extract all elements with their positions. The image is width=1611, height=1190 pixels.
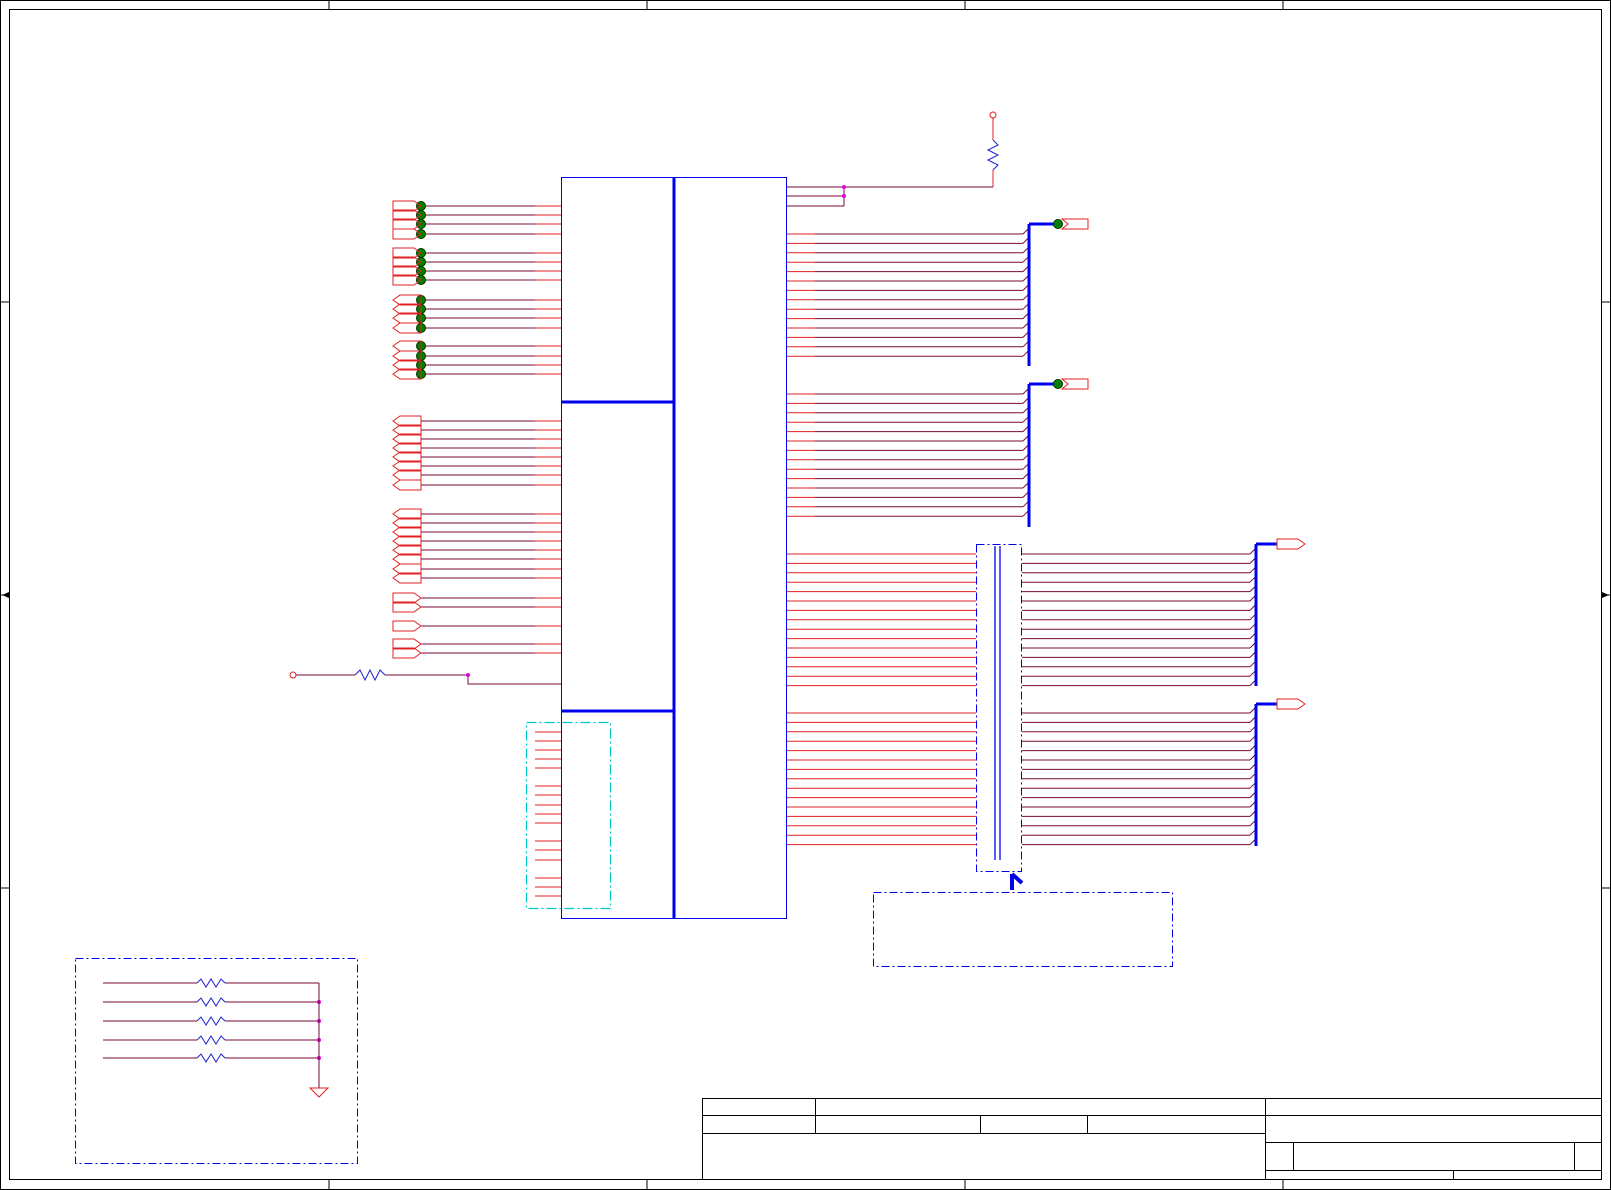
off-page-connector-icon: [1060, 378, 1089, 390]
title-block: [702, 1098, 1602, 1180]
resistor-icon: [196, 1053, 226, 1063]
series-element-region: [976, 544, 1022, 872]
right-center-arrow-icon: [1602, 592, 1609, 598]
left-pullup-network[interactable]: [289, 668, 561, 685]
note-box: [873, 892, 1173, 967]
power-pin-icon: [989, 111, 997, 119]
left-signal-wires: [416, 201, 561, 897]
off-page-connector-icon: [392, 620, 422, 632]
bus-lines: [1027, 219, 1277, 846]
off-page-connector-icon: [1060, 218, 1089, 230]
junction-dot-icon: [842, 185, 846, 189]
junction-dot-icon: [1053, 379, 1063, 389]
power-pin-icon: [289, 671, 297, 679]
junction-dot-icon: [466, 673, 470, 677]
resistor-icon: [196, 978, 226, 988]
termination-resistor-network[interactable]: [75, 958, 358, 1164]
junction-dot-icon: [1053, 219, 1063, 229]
resistor-icon: [196, 1035, 226, 1045]
schematic-drawing: [0, 0, 1611, 1190]
ground-icon: [308, 1087, 330, 1098]
junction-dot-icon: [842, 194, 846, 198]
off-page-connectors[interactable]: [392, 200, 1306, 710]
resistor-icon: [196, 997, 226, 1007]
resistor-icon: [986, 139, 1000, 171]
sheet-frame: [0, 0, 1611, 1190]
top-pullup-network[interactable]: [787, 111, 1000, 207]
main-ic-symbol[interactable]: [561, 177, 787, 919]
off-page-connector-icon: [392, 479, 422, 491]
resistor-icon: [196, 1016, 226, 1026]
resistor-icon: [354, 668, 386, 682]
schematic-sheet: [0, 0, 1611, 1190]
off-page-connector-icon: [1276, 698, 1306, 710]
callout-arrow-icon: [1010, 872, 1024, 890]
off-page-connector-icon: [1276, 538, 1306, 550]
left-center-arrow-icon: [2, 592, 9, 598]
